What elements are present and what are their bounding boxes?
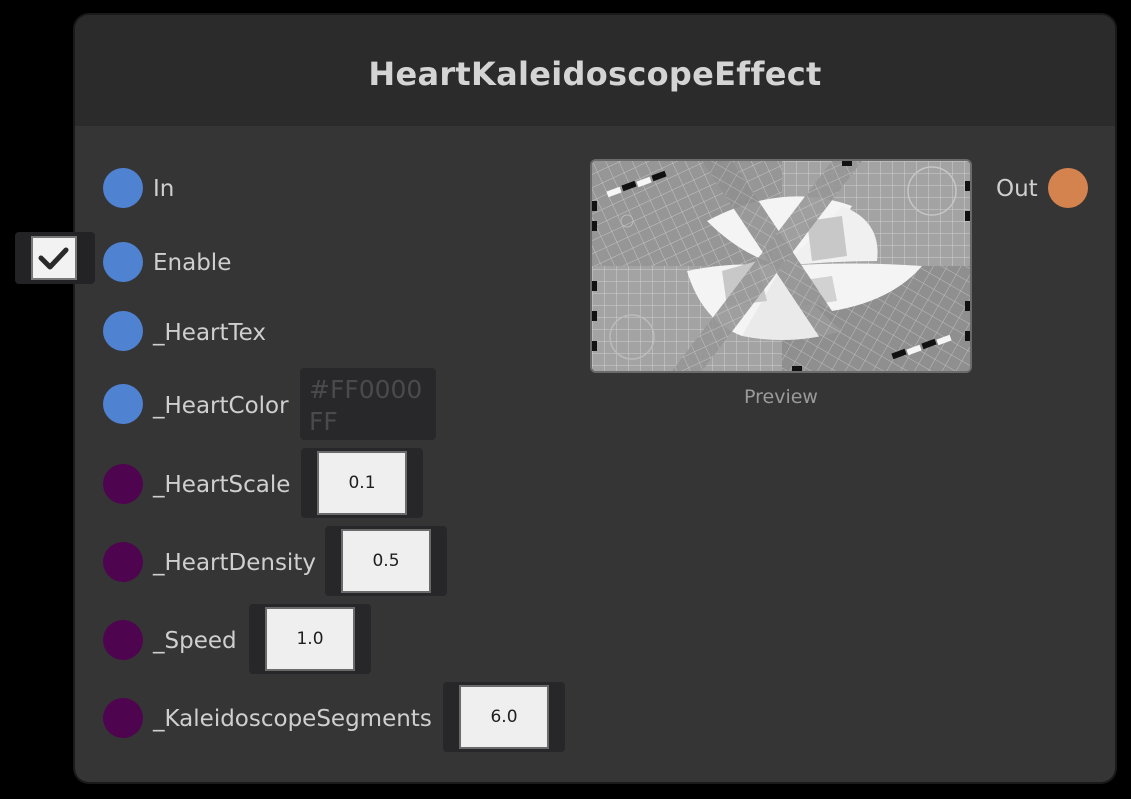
heart-density-input[interactable]: 0.5 (341, 529, 431, 593)
heart-color-label: _HeartColor (153, 393, 289, 419)
heart-density-label: _HeartDensity (153, 550, 316, 576)
heart-tex-port[interactable] (103, 311, 143, 351)
in-port[interactable] (103, 168, 143, 208)
kaleidoscope-segments-input[interactable]: 6.0 (459, 685, 549, 749)
enable-checkbox[interactable] (31, 236, 77, 280)
heart-color-port[interactable] (103, 384, 143, 424)
speed-input[interactable]: 1.0 (265, 607, 355, 671)
heart-scale-label: _HeartScale (153, 472, 291, 498)
kaleidoscope-segments-port[interactable] (103, 698, 143, 738)
node-header[interactable]: HeartKaleidoscopeEffect (75, 15, 1115, 126)
preview-image (590, 159, 972, 373)
heart-scale-input[interactable]: 0.1 (317, 451, 407, 515)
speed-port[interactable] (103, 620, 143, 660)
preview-render (592, 161, 970, 371)
enable-port[interactable] (103, 242, 143, 282)
heart-tex-label: _HeartTex (153, 320, 267, 346)
kaleidoscope-segments-label: _KaleidoscopeSegments (153, 706, 432, 732)
out-port[interactable] (1048, 168, 1088, 208)
checkmark-icon (38, 247, 69, 270)
out-label: Out (996, 176, 1038, 202)
heart-color-field[interactable]: #FF0000FF (300, 368, 436, 440)
in-label: In (153, 176, 175, 202)
heart-density-port[interactable] (103, 542, 143, 582)
speed-label: _Speed (153, 628, 237, 654)
heart-scale-port[interactable] (103, 464, 143, 504)
node-title: HeartKaleidoscopeEffect (368, 54, 822, 93)
enable-label: Enable (153, 250, 232, 276)
enable-checkbox-container (15, 232, 95, 284)
preview-label: Preview (744, 386, 818, 408)
